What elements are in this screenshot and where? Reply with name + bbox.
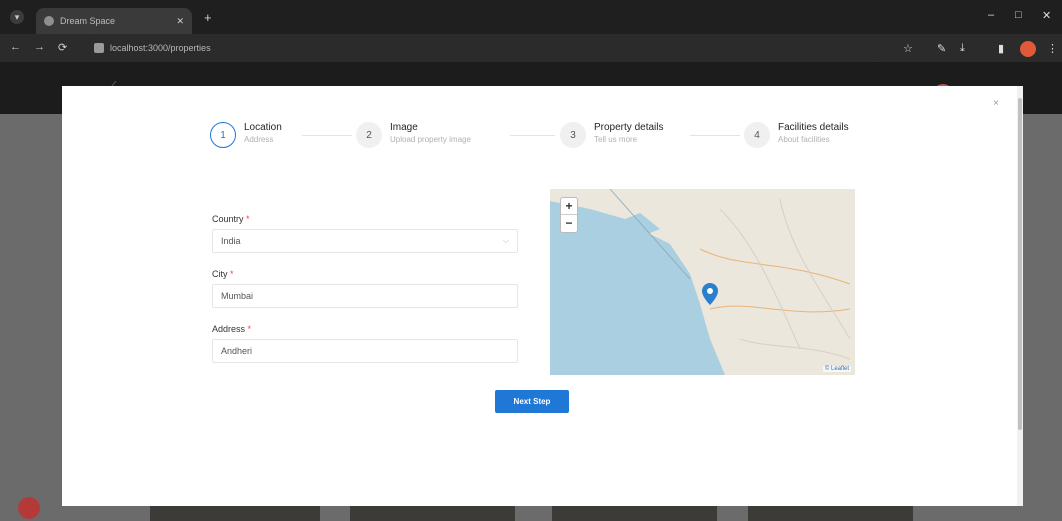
- address-group: Address * Andheri: [212, 324, 520, 363]
- site-info-icon[interactable]: [94, 43, 104, 53]
- step-subtitle: Tell us more: [594, 135, 638, 144]
- browser-tab-bar: ▾ Dream Space ✕ + – □ ✕: [0, 0, 1062, 34]
- address-value: Andheri: [221, 346, 253, 356]
- step-connector: [510, 135, 555, 136]
- country-select[interactable]: India ⌵: [212, 229, 518, 253]
- step-number: 4: [744, 122, 770, 148]
- step-property-details[interactable]: 3 Property details Tell us more: [560, 122, 663, 148]
- country-value: India: [221, 236, 241, 246]
- side-panel-icon[interactable]: ▮: [998, 42, 1004, 55]
- step-number: 3: [560, 122, 586, 148]
- address-input[interactable]: Andheri: [212, 339, 518, 363]
- city-input[interactable]: Mumbai: [212, 284, 518, 308]
- step-subtitle: About facilities: [778, 135, 830, 144]
- step-title: Property details: [594, 122, 664, 133]
- step-connector: [690, 135, 740, 136]
- scrollbar-thumb[interactable]: [1018, 98, 1022, 430]
- address-bar-url: localhost:3000/properties: [110, 43, 211, 53]
- stepper: 1 Location Address 2 Image Upload proper…: [210, 122, 860, 152]
- step-title: Image: [390, 122, 418, 133]
- step-subtitle: Address: [244, 135, 274, 144]
- required-mark: *: [246, 214, 250, 224]
- step-image[interactable]: 2 Image Upload property image: [356, 122, 471, 148]
- map-zoom-out-button[interactable]: −: [561, 215, 577, 232]
- step-location[interactable]: 1 Location Address: [210, 122, 282, 148]
- city-value: Mumbai: [221, 291, 254, 301]
- tab-title: Dream Space: [60, 16, 116, 26]
- favicon-icon: [44, 16, 54, 26]
- country-label: Country *: [212, 214, 520, 224]
- map-marker-dot: [707, 288, 713, 294]
- step-facilities-details[interactable]: 4 Facilities details About facilities: [744, 122, 849, 148]
- floating-action-icon[interactable]: [18, 497, 40, 519]
- browser-menu-icon[interactable]: ⋮: [1047, 42, 1058, 55]
- step-title: Facilities details: [778, 122, 849, 133]
- map-marker-icon[interactable]: [702, 283, 718, 305]
- address-bar[interactable]: localhost:3000/properties: [86, 38, 886, 58]
- city-label: City *: [212, 269, 520, 279]
- map-zoom-control: + −: [560, 197, 578, 233]
- city-label-text: City: [212, 269, 228, 279]
- map-attribution[interactable]: © Leaflet: [822, 366, 851, 372]
- profile-avatar[interactable]: [1020, 41, 1036, 57]
- step-number: 2: [356, 122, 382, 148]
- back-icon[interactable]: ←: [10, 41, 21, 53]
- maximize-icon[interactable]: □: [1015, 9, 1022, 21]
- address-label-text: Address: [212, 324, 246, 334]
- window-close-icon[interactable]: ✕: [1042, 9, 1051, 22]
- next-step-button[interactable]: Next Step: [495, 390, 569, 413]
- required-mark: *: [247, 324, 252, 334]
- step-subtitle: Upload property image: [390, 135, 471, 144]
- required-mark: *: [230, 269, 234, 279]
- reload-icon[interactable]: ⟳: [58, 41, 67, 54]
- forward-icon[interactable]: →: [34, 41, 45, 53]
- location-map[interactable]: + − © Leaflet: [550, 189, 855, 375]
- city-group: City * Mumbai: [212, 269, 520, 308]
- modal-scrollbar[interactable]: [1017, 86, 1023, 506]
- address-label: Address *: [212, 324, 520, 334]
- tab-close-icon[interactable]: ✕: [176, 16, 184, 27]
- step-title: Location: [244, 122, 282, 133]
- bookmark-star-icon[interactable]: ☆: [903, 42, 913, 55]
- map-tiles: [550, 189, 855, 375]
- step-number: 1: [210, 122, 236, 148]
- map-zoom-in-button[interactable]: +: [561, 198, 577, 215]
- minimize-icon[interactable]: –: [988, 9, 994, 21]
- browser-toolbar: ← → ⟳ localhost:3000/properties ☆ ✎ ⤓ ▮ …: [0, 34, 1062, 62]
- extension-icon[interactable]: ✎: [937, 42, 946, 55]
- add-property-modal: × 1 Location Address 2 Image Upload prop…: [62, 86, 1017, 506]
- browser-tab[interactable]: Dream Space ✕: [36, 8, 192, 34]
- country-group: Country * India ⌵: [212, 214, 520, 253]
- downloads-icon[interactable]: ⤓: [960, 42, 965, 55]
- step-connector: [302, 135, 352, 136]
- location-form: Country * India ⌵ City * Mumbai Address …: [212, 214, 520, 379]
- tab-search-icon[interactable]: ▾: [10, 10, 24, 24]
- new-tab-icon[interactable]: +: [204, 10, 212, 25]
- country-label-text: Country: [212, 214, 244, 224]
- modal-close-icon[interactable]: ×: [993, 98, 999, 109]
- chevron-down-icon: ⌵: [502, 236, 509, 245]
